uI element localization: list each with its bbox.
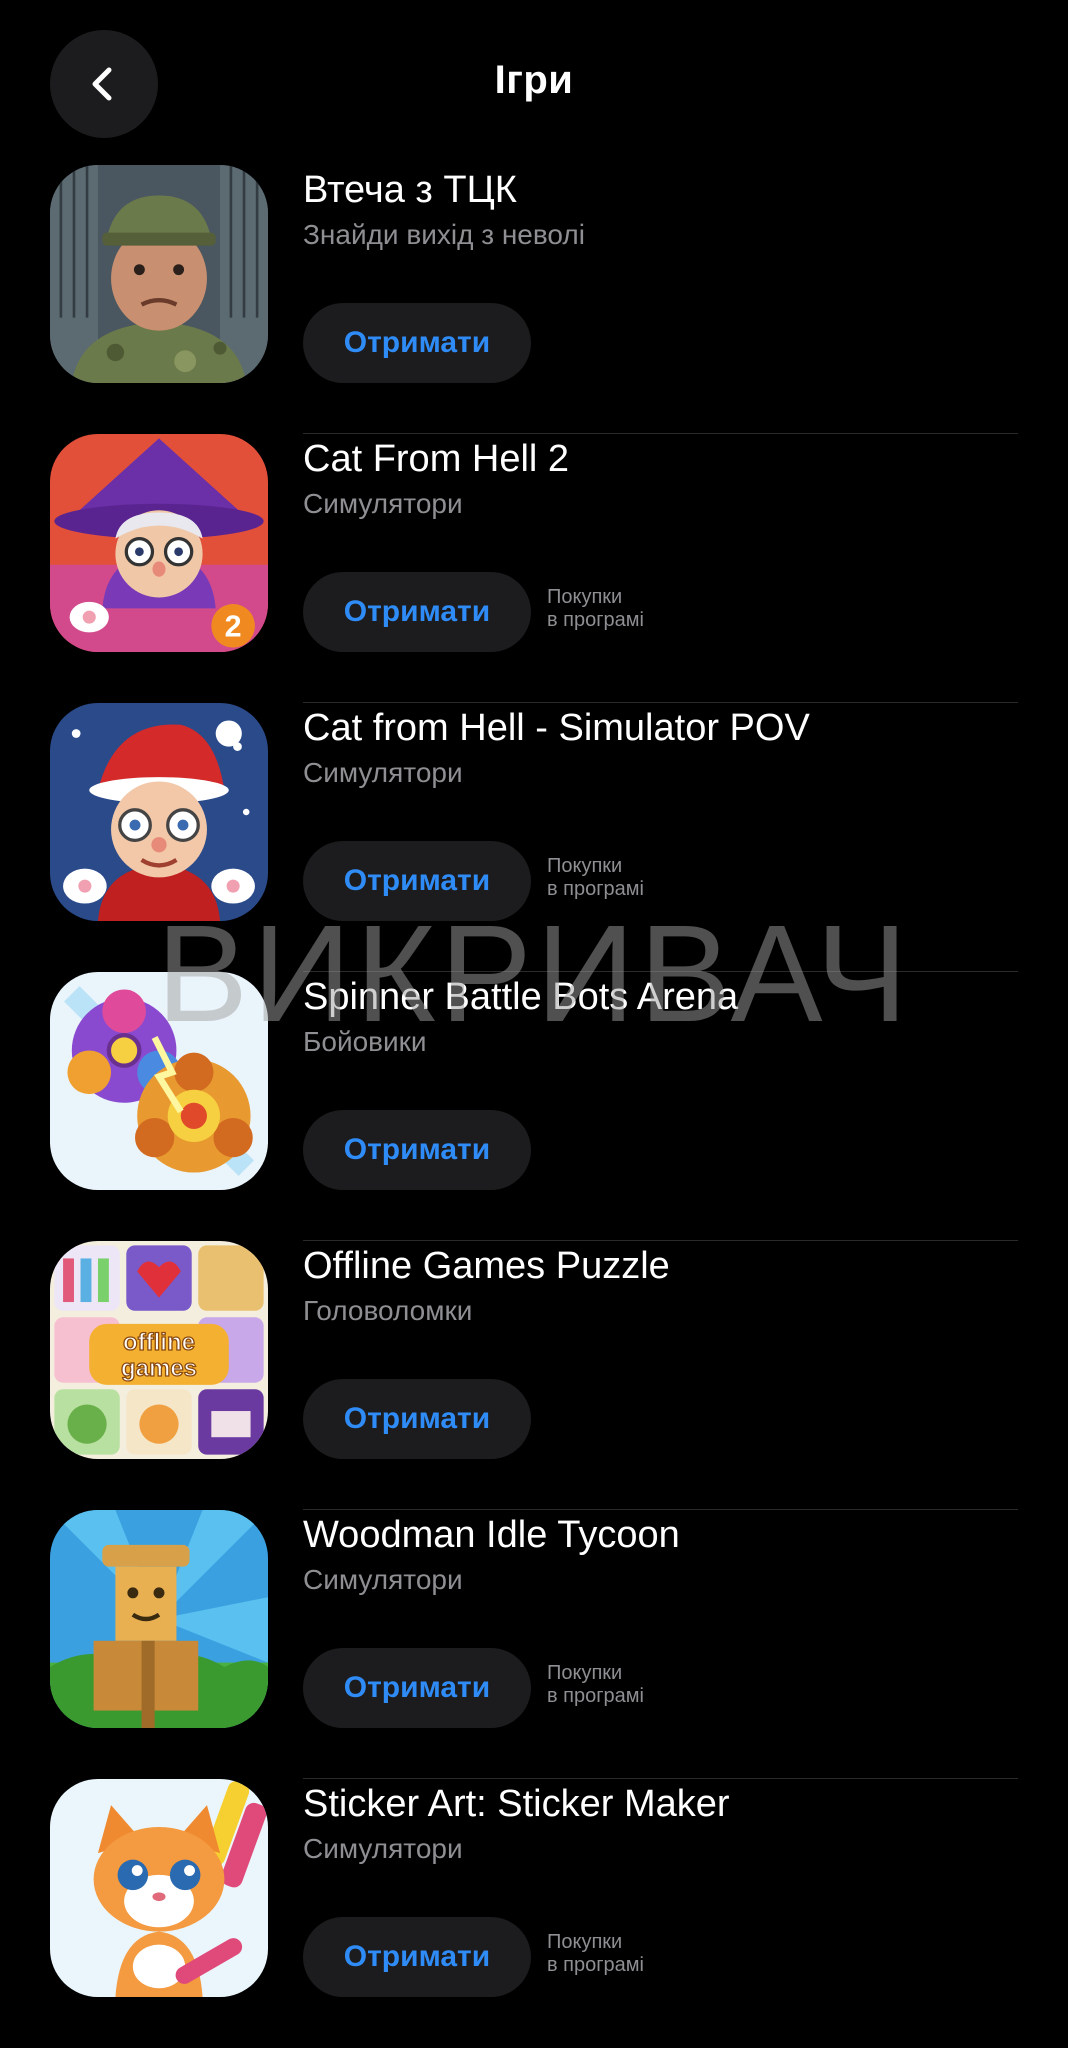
cat-sticker-app-icon[interactable] — [50, 1779, 268, 1997]
app-name: Cat from Hell - Simulator POV — [303, 707, 810, 749]
app-name: Offline Games Puzzle — [303, 1245, 670, 1287]
app-name: Spinner Battle Bots Arena — [303, 976, 739, 1018]
app-row[interactable]: Woodman Idle Tycoon Симулятори Отримати … — [0, 1510, 1068, 1779]
woodman-app-icon[interactable] — [50, 1510, 268, 1728]
app-row[interactable]: Втеча з ТЦК Знайди вихід з неволі Отрима… — [0, 165, 1068, 434]
svg-text:2: 2 — [225, 610, 242, 644]
svg-text:games: games — [121, 1355, 197, 1382]
iap-line: Покупки — [547, 1931, 623, 1953]
iap-line: Покупки — [547, 1662, 623, 1684]
in-app-purchases-note: Покупки в програмі — [547, 855, 644, 901]
app-subtitle: Бойовики — [303, 1026, 427, 1057]
spinner-app-icon[interactable] — [50, 972, 268, 1190]
get-button[interactable]: Отримати — [303, 1110, 531, 1190]
app-name: Cat From Hell 2 — [303, 438, 570, 480]
get-button[interactable]: Отримати — [303, 1648, 531, 1728]
app-list: Втеча з ТЦК Знайди вихід з неволі Отрима… — [0, 165, 1068, 2048]
app-subtitle: Симулятори — [303, 488, 463, 519]
page-title: Ігри — [494, 58, 574, 102]
iap-line: в програмі — [547, 609, 644, 631]
puzzle-collage-app-icon[interactable]: offline games — [50, 1241, 268, 1459]
app-row[interactable]: offline games Offline Games Puzzle Голов… — [0, 1241, 1068, 1510]
iap-line: в програмі — [547, 878, 644, 900]
navigation-bar: Ігри — [0, 0, 1068, 165]
get-button[interactable]: Отримати — [303, 1917, 531, 1997]
grandma-santa-app-icon[interactable] — [50, 703, 268, 921]
app-subtitle: Симулятори — [303, 1833, 463, 1864]
in-app-purchases-note: Покупки в програмі — [547, 1662, 644, 1708]
iap-line: в програмі — [547, 1954, 644, 1976]
app-name: Woodman Idle Tycoon — [303, 1514, 680, 1556]
get-button[interactable]: Отримати — [303, 303, 531, 383]
app-name: Втеча з ТЦК — [303, 169, 517, 211]
app-subtitle: Симулятори — [303, 757, 463, 788]
app-subtitle: Знайди вихід з неволі — [303, 219, 585, 250]
app-subtitle: Головоломки — [303, 1295, 473, 1326]
app-name: Sticker Art: Sticker Maker — [303, 1783, 730, 1825]
get-button[interactable]: Отримати — [303, 572, 531, 652]
grandma-witch-app-icon[interactable]: 2 — [50, 434, 268, 652]
soldier-app-icon[interactable] — [50, 165, 268, 383]
app-row[interactable]: Spinner Battle Bots Arena Бойовики Отрим… — [0, 972, 1068, 1241]
svg-text:offline: offline — [123, 1329, 195, 1356]
get-button[interactable]: Отримати — [303, 1379, 531, 1459]
app-row[interactable]: Cat from Hell - Simulator POV Симулятори… — [0, 703, 1068, 972]
app-subtitle: Симулятори — [303, 1564, 463, 1595]
in-app-purchases-note: Покупки в програмі — [547, 1931, 644, 1977]
iap-line: Покупки — [547, 855, 623, 877]
iap-line: в програмі — [547, 1685, 644, 1707]
in-app-purchases-note: Покупки в програмі — [547, 586, 644, 632]
app-row[interactable]: 2 Cat From Hell 2 Симулятори Отримати По… — [0, 434, 1068, 703]
iap-line: Покупки — [547, 586, 623, 608]
get-button[interactable]: Отримати — [303, 841, 531, 921]
app-row[interactable]: Sticker Art: Sticker Maker Симулятори От… — [0, 1779, 1068, 2048]
